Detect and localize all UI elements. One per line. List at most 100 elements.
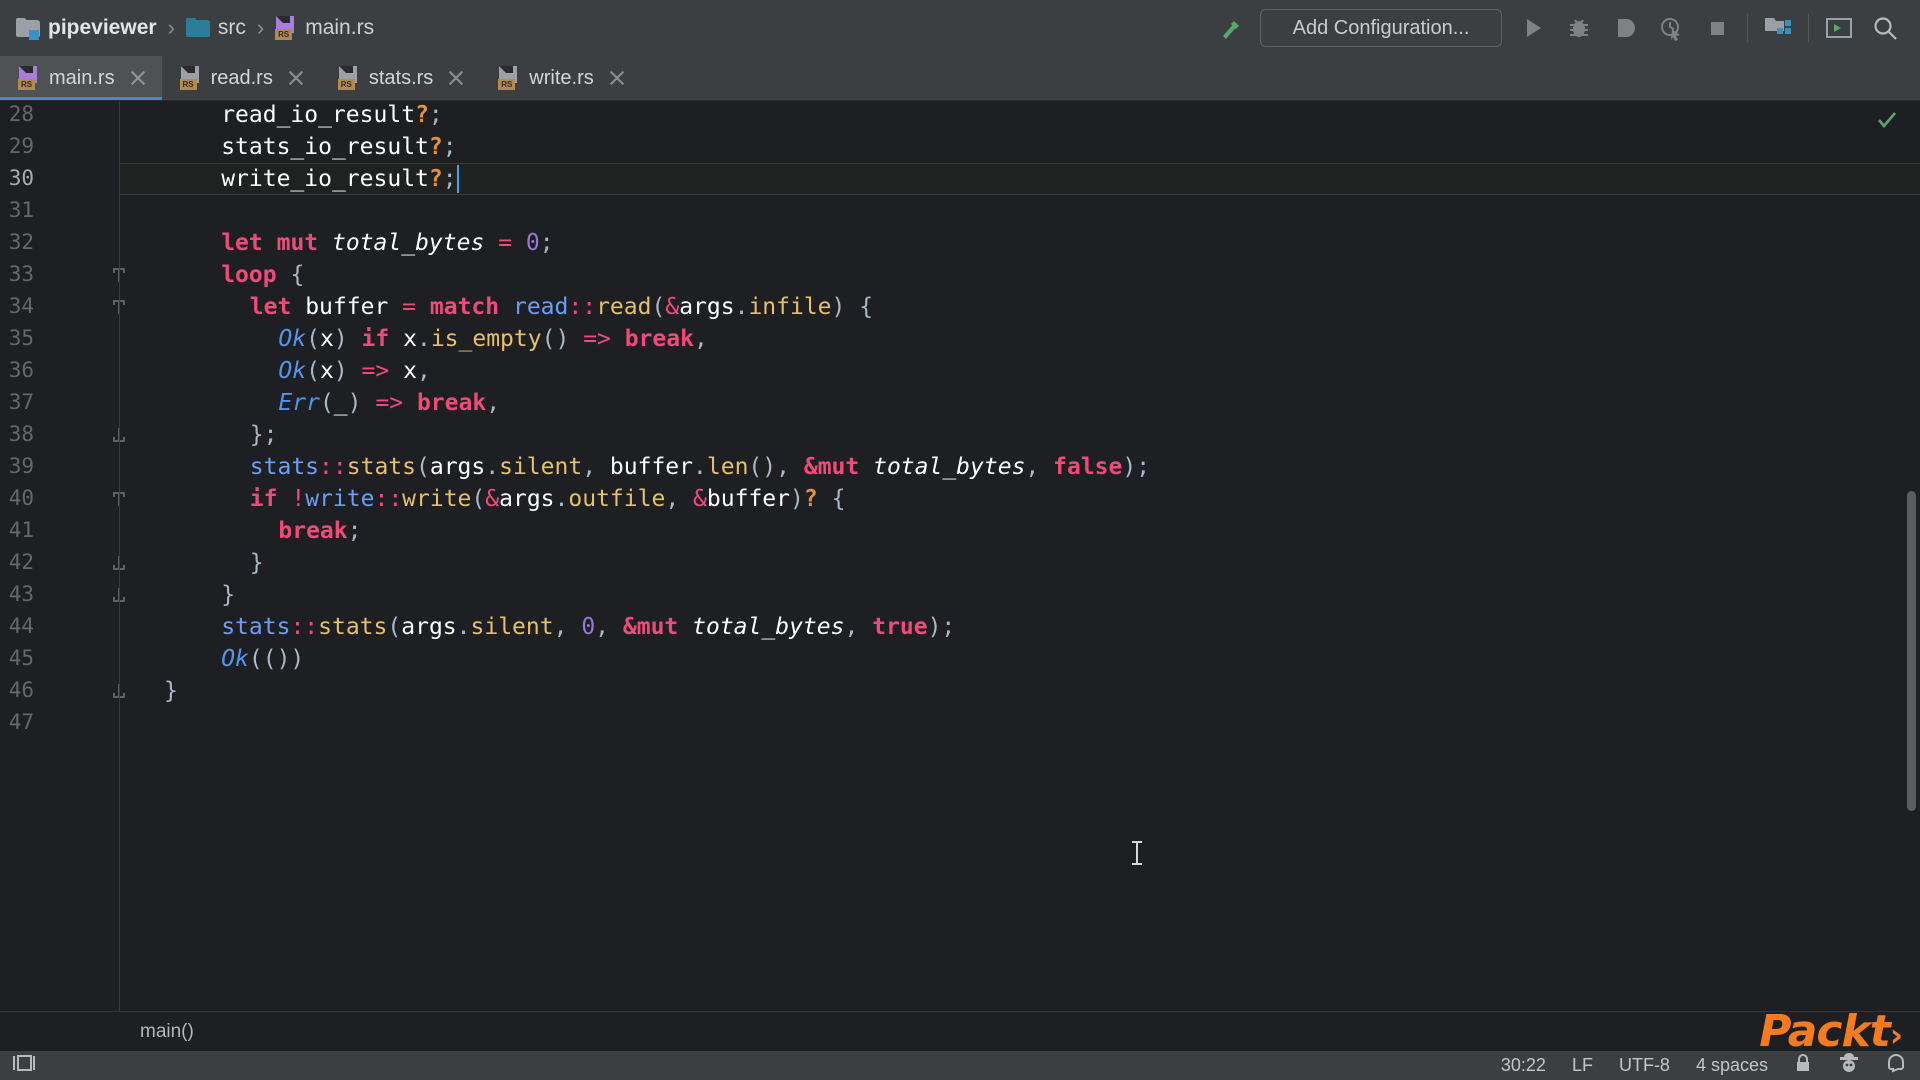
tab-label: write.rs [529,66,594,89]
close-icon[interactable] [607,68,627,88]
line-number[interactable]: 31 [0,198,34,222]
status-bar-right: 30:22 LF UTF-8 4 spaces [1501,1053,1920,1078]
line-number[interactable]: 35 [0,326,34,350]
code-editor[interactable]: 28 29 30 31 32 33 34 35 36 37 38 39 40 41 42 43 44 45 46 47… [0,101,1920,1011]
terminal-icon[interactable] [1816,5,1862,51]
tab-read-rs[interactable]: RS read.rs [162,56,320,100]
vertical-scrollbar[interactable] [1907,491,1916,811]
line-number[interactable]: 45 [0,646,34,670]
rust-file-icon-label: RS [179,79,197,90]
code-line: stats::stats(args.silent, 0, &mut total_… [221,614,956,640]
code-line: Ok(()) [221,646,305,672]
code-line: let mut total_bytes = 0; [221,230,554,256]
line-number-gutter[interactable]: 28 29 30 31 32 33 34 35 36 37 38 39 40 41 42 43 44 45 46 47 [0,101,125,1011]
tab-write-rs[interactable]: RS write.rs [480,56,640,100]
folder-icon [185,18,210,38]
rust-file-icon-label: RS [275,29,293,40]
line-number[interactable]: 32 [0,230,34,254]
code-line: read_io_result?; [221,102,443,128]
line-number[interactable]: 42 [0,550,34,574]
project-structure-icon[interactable] [1755,5,1801,51]
tab-label: main.rs [49,66,115,89]
breadcrumb-function-label: main() [140,1020,194,1042]
packt-watermark-suffix: › [1889,1016,1903,1054]
close-icon[interactable] [446,68,466,88]
run-with-coverage-icon[interactable] [1602,5,1648,51]
code-line: Ok(x) if x.is_empty() => break, [278,326,708,352]
line-number[interactable]: 41 [0,518,34,542]
rust-file-icon: RS [18,66,40,90]
line-number[interactable]: 44 [0,614,34,638]
code-line: stats_io_result?; [221,134,457,160]
code-line: Err(_) => break, [278,390,501,416]
code-line: let buffer = match read::read(&args.infi… [249,294,874,320]
editor-breadcrumb-footer: main() [0,1011,1920,1051]
main-toolbar: pipeviewer › src › RS main.rs Add Config… [0,0,1920,56]
code-content[interactable]: read_io_result?; stats_io_result?; write_i… [120,101,1920,1011]
stop-icon[interactable] [1694,5,1740,51]
line-separator[interactable]: LF [1572,1055,1593,1076]
text-caret [456,165,459,193]
caret-position[interactable]: 30:22 [1501,1055,1546,1076]
rust-file-icon: RS [337,66,360,90]
line-number[interactable]: 30 [0,166,34,190]
notifications-icon[interactable] [1886,1053,1906,1078]
line-number[interactable]: 47 [0,710,34,734]
line-number[interactable]: 33 [0,262,34,286]
line-number[interactable]: 40 [0,486,34,510]
line-number[interactable]: 39 [0,454,34,478]
breadcrumb-item-project[interactable]: pipeviewer [16,16,157,40]
search-everywhere-icon[interactable] [1862,5,1908,51]
code-line: write_io_result?; [221,166,457,192]
tab-label: stats.rs [368,66,434,89]
debug-icon[interactable] [1556,5,1602,51]
packt-watermark-text: Packt [1759,1006,1891,1057]
breadcrumb-item-file[interactable]: RS main.rs [275,16,374,40]
rust-file-icon-label: RS [337,79,355,90]
lock-icon[interactable] [1794,1053,1812,1078]
profile-icon[interactable] [1648,5,1694,51]
rust-file-icon: RS [498,66,520,90]
layout-icon[interactable] [10,1053,38,1078]
line-number[interactable]: 29 [0,134,34,158]
line-number[interactable]: 34 [0,294,34,318]
toolbar-divider-1 [1747,14,1748,42]
close-icon[interactable] [128,68,148,88]
code-line: if !write::write(&args.outfile, &buffer)… [249,486,846,512]
toolbar-actions: Add Configuration... [1208,0,1920,56]
breadcrumb-separator-1: › [167,15,175,40]
line-number[interactable]: 28 [0,102,34,126]
breadcrumb-item-src[interactable]: src [185,16,246,40]
line-number[interactable]: 36 [0,358,34,382]
breadcrumb-label-file: main.rs [305,16,375,39]
add-configuration-button[interactable]: Add Configuration... [1260,9,1502,47]
line-number[interactable]: 37 [0,390,34,414]
rust-file-icon: RS [179,66,202,90]
line-number[interactable]: 38 [0,422,34,446]
breadcrumb: pipeviewer › src › RS main.rs [16,0,374,56]
code-line: break; [278,518,362,544]
build-hammer-icon[interactable] [1208,5,1254,51]
add-configuration-label: Add Configuration... [1292,16,1470,39]
editor-tab-bar: RS main.rs RS read.rs RS stats.rs RS wri… [0,56,1920,101]
code-line: stats::stats(args.silent, buffer.len(), … [249,454,1151,480]
rust-file-icon-label: RS [498,79,516,90]
indent-setting[interactable]: 4 spaces [1696,1055,1768,1076]
line-number[interactable]: 43 [0,582,34,606]
run-icon[interactable] [1510,5,1556,51]
code-line: } [221,582,236,608]
breadcrumb-label-src: src [217,16,246,39]
close-icon[interactable] [286,68,306,88]
rust-file-icon: RS [275,16,297,40]
tab-main-rs[interactable]: RS main.rs [0,56,162,100]
inspection-ok-icon[interactable] [1876,109,1898,131]
file-encoding[interactable]: UTF-8 [1619,1055,1670,1076]
mascot-icon[interactable] [1838,1053,1860,1078]
tab-stats-rs[interactable]: RS stats.rs [320,56,480,100]
status-bar: 30:22 LF UTF-8 4 spaces [0,1051,1920,1080]
code-line: } [249,550,264,576]
line-number[interactable]: 46 [0,678,34,702]
code-line: loop { [221,262,305,288]
module-folder-icon [16,18,40,40]
code-line: Ok(x) => x, [278,358,431,384]
